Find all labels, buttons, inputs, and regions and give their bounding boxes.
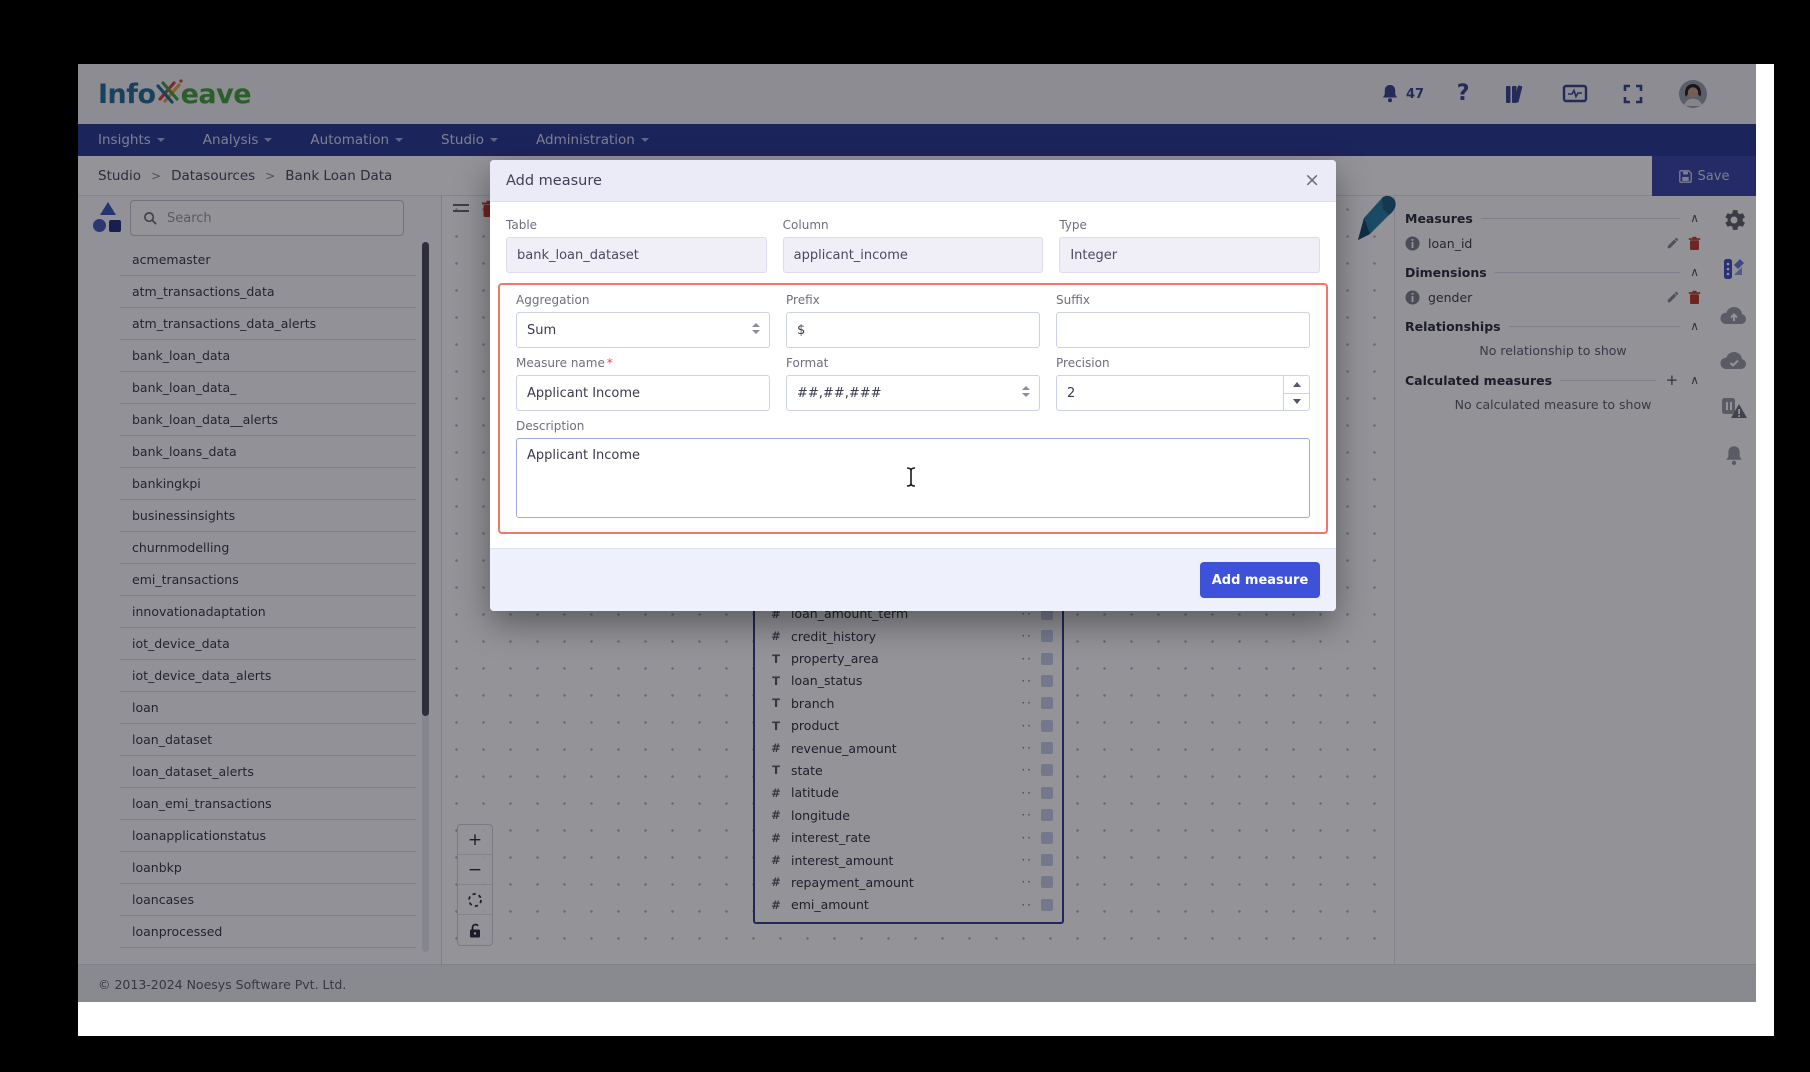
- suffix-field-label: Suffix: [1056, 293, 1310, 307]
- description-field-label: Description: [516, 419, 1318, 433]
- required-asterisk: *: [607, 356, 613, 370]
- add-measure-button[interactable]: Add measure: [1200, 562, 1320, 598]
- column-field-label: Column: [783, 218, 1044, 232]
- measure-name-field[interactable]: [516, 375, 770, 411]
- add-measure-modal: Add measure × Table Column Type: [490, 160, 1336, 611]
- precision-spinner: [1283, 376, 1309, 410]
- screenshot-card: Info eave 47 ?: [78, 64, 1774, 1036]
- aggregation-field-label: Aggregation: [516, 293, 770, 307]
- column-field[interactable]: [783, 237, 1044, 273]
- spinner-down-button[interactable]: [1284, 394, 1309, 411]
- precision-field-label: Precision: [1056, 356, 1310, 370]
- format-select[interactable]: [786, 375, 1040, 411]
- precision-stepper[interactable]: [1056, 375, 1310, 411]
- type-field-label: Type: [1059, 218, 1320, 232]
- modal-header: Add measure ×: [490, 160, 1336, 202]
- modal-footer: Add measure: [490, 548, 1336, 611]
- description-textarea[interactable]: Applicant Income: [516, 438, 1310, 518]
- aggregation-select[interactable]: [516, 312, 770, 348]
- modal-body: Table Column Type Aggregation: [490, 202, 1336, 611]
- table-field[interactable]: [506, 237, 767, 273]
- suffix-field[interactable]: [1056, 312, 1310, 348]
- highlighted-fields-section: Aggregation Prefix Suffix: [498, 283, 1328, 534]
- measure-name-field-label: Measure name*: [516, 356, 770, 370]
- close-icon[interactable]: ×: [1304, 171, 1320, 190]
- prefix-field[interactable]: [786, 312, 1040, 348]
- format-field-label: Format: [786, 356, 1040, 370]
- table-field-label: Table: [506, 218, 767, 232]
- modal-title: Add measure: [506, 173, 602, 189]
- type-field[interactable]: [1059, 237, 1320, 273]
- app-window: Info eave 47 ?: [78, 64, 1756, 1002]
- spinner-up-button[interactable]: [1284, 376, 1309, 394]
- prefix-field-label: Prefix: [786, 293, 1040, 307]
